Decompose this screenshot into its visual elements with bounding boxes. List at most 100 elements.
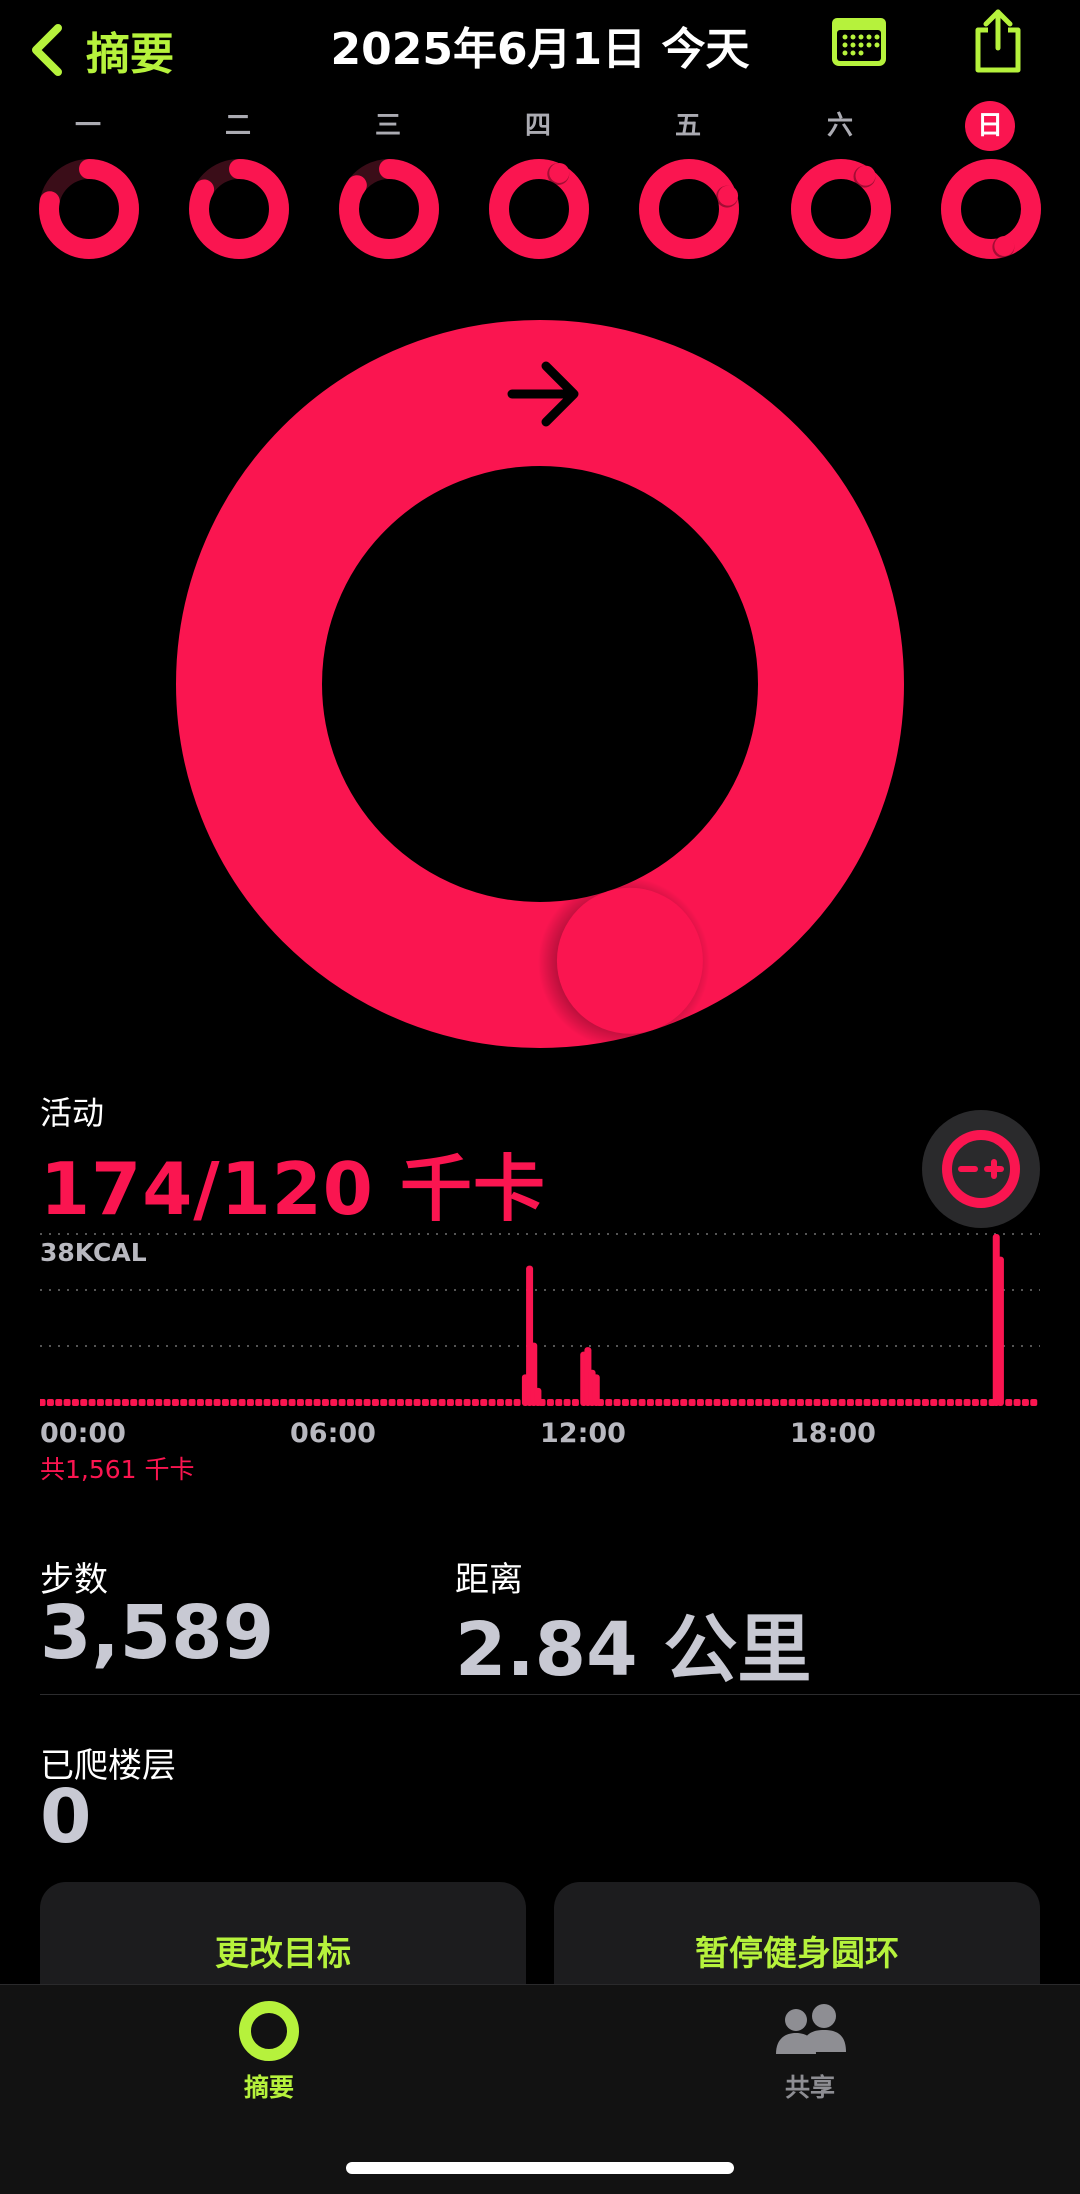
tab-summary-label: 摘要: [243, 2073, 294, 2102]
chart-bar: [221, 1399, 229, 1406]
steps-value: 3,589: [40, 1590, 275, 1676]
activity-chart: [40, 1233, 1040, 1406]
tick-label: 12:00: [540, 1418, 626, 1449]
chart-bar: [496, 1399, 504, 1406]
home-indicator: [346, 2162, 734, 2174]
chart-bar: [771, 1399, 779, 1406]
chart-bar: [980, 1399, 988, 1406]
tick-label: 00:00: [40, 1418, 126, 1449]
chart-bar: [805, 1399, 813, 1406]
chart-bar: [88, 1399, 96, 1406]
activity-total: 共1,561 千卡: [40, 1455, 195, 1484]
chart-bar: [996, 1256, 1004, 1406]
chart-bar: [146, 1399, 154, 1406]
chart-bar: [446, 1399, 454, 1406]
chart-bar: [755, 1399, 763, 1406]
chart-bar: [346, 1399, 354, 1406]
tab-summary[interactable]: 摘要: [169, 2000, 369, 2104]
chart-bar: [871, 1399, 879, 1406]
chart-bar: [113, 1399, 121, 1406]
chart-bar: [413, 1399, 421, 1406]
chart-bar: [213, 1399, 221, 1406]
chart-bar: [655, 1399, 663, 1406]
chart-bar: [1013, 1399, 1021, 1406]
weekday-label: 五: [674, 111, 701, 141]
chart-bar: [930, 1399, 938, 1406]
share-icon[interactable]: [970, 6, 1026, 76]
chart-bar: [430, 1399, 438, 1406]
move-ring: [176, 320, 904, 1048]
chart-bar: [388, 1399, 396, 1406]
weekday-label: 日: [940, 101, 1040, 151]
chart-bar: [230, 1399, 238, 1406]
chart-bar: [705, 1399, 713, 1406]
chart-bar: [438, 1399, 446, 1406]
chart-bar: [163, 1399, 171, 1406]
chevron-left-icon: [32, 24, 62, 76]
chart-bar: [538, 1399, 546, 1406]
chart-bar: [963, 1399, 971, 1406]
tab-sharing-label: 共享: [784, 2073, 835, 2102]
activity-value: 174/120 千卡: [40, 1147, 546, 1231]
day-ring[interactable]: [338, 158, 440, 260]
chart-bar: [896, 1399, 904, 1406]
adjust-goal-button[interactable]: [922, 1110, 1040, 1228]
pause-rings-label: 暂停健身圆环: [695, 1934, 899, 1974]
chart-bar: [71, 1399, 79, 1406]
chart-bar: [180, 1399, 188, 1406]
day-ring[interactable]: [790, 158, 892, 260]
calendar-icon[interactable]: [830, 14, 888, 70]
chart-bar: [713, 1399, 721, 1406]
chart-bar: [171, 1399, 179, 1406]
chart-bar: [480, 1399, 488, 1406]
chart-bar: [763, 1399, 771, 1406]
chart-bar: [463, 1399, 471, 1406]
chart-bar: [1030, 1399, 1038, 1406]
chart-bar: [671, 1399, 679, 1406]
weekday-label: 六: [826, 111, 853, 141]
day-ring[interactable]: [38, 158, 140, 260]
change-goal-label: 更改目标: [215, 1934, 351, 1974]
day-ring[interactable]: [638, 158, 740, 260]
page-title: 2025年6月1日 今天: [330, 24, 750, 75]
day-ring[interactable]: [188, 158, 290, 260]
chart-bar: [888, 1399, 896, 1406]
chart-bar: [905, 1399, 913, 1406]
activity-rings-icon: [239, 2001, 299, 2061]
chart-bar: [380, 1399, 388, 1406]
chart-bar: [555, 1399, 563, 1406]
chart-bar: [613, 1399, 621, 1406]
chart-bar: [305, 1399, 313, 1406]
day-ring[interactable]: [488, 158, 590, 260]
chart-bar: [688, 1399, 696, 1406]
chart-bar: [946, 1399, 954, 1406]
chart-bar: [405, 1399, 413, 1406]
chart-ymax-label: 38KCAL: [40, 1238, 147, 1267]
divider: [40, 1694, 1080, 1695]
chart-bar: [563, 1399, 571, 1406]
chart-bar: [730, 1399, 738, 1406]
tab-sharing[interactable]: 共享: [710, 2000, 910, 2104]
chart-bar: [130, 1399, 138, 1406]
chart-bar: [288, 1399, 296, 1406]
chart-bar: [971, 1399, 979, 1406]
chart-bar: [455, 1399, 463, 1406]
chart-bar: [738, 1399, 746, 1406]
chart-bar: [471, 1399, 479, 1406]
weekday-label: 一: [74, 111, 101, 141]
chart-bar: [205, 1399, 213, 1406]
chart-bar: [830, 1399, 838, 1406]
day-ring[interactable]: [940, 158, 1042, 260]
back-button[interactable]: 摘要: [28, 14, 174, 86]
chart-bar: [605, 1399, 613, 1406]
chart-bar: [571, 1399, 579, 1406]
chart-bar: [263, 1399, 271, 1406]
chart-bar: [355, 1399, 363, 1406]
chart-bar: [780, 1399, 788, 1406]
chart-bar: [396, 1399, 404, 1406]
chart-bar: [63, 1399, 71, 1406]
chart-bar: [913, 1399, 921, 1406]
chart-bar: [155, 1399, 163, 1406]
distance-value: 2.84 公里: [455, 1607, 812, 1693]
chart-bar: [313, 1399, 321, 1406]
